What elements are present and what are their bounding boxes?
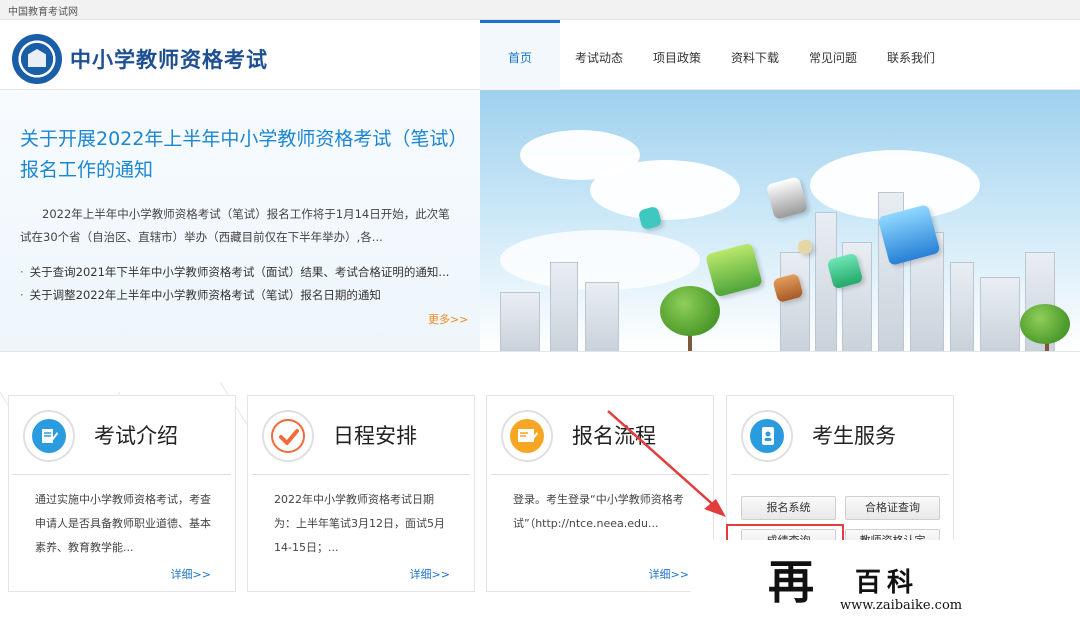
registration-system-button[interactable]: 报名系统 xyxy=(741,496,836,520)
card-exam-intro: 考试介绍 通过实施中小学教师资格考试，考查申请人是否具备教师职业道德、基本素养、… xyxy=(8,395,236,592)
contact-book-icon xyxy=(741,410,793,462)
card-title[interactable]: 考试介绍 xyxy=(94,420,178,450)
nav-exam-news[interactable]: 考试动态 xyxy=(560,20,638,90)
top-bar-site-link[interactable]: 中国教育考试网 xyxy=(8,7,78,18)
document-edit-icon xyxy=(23,410,75,462)
checkmark-icon xyxy=(262,410,314,462)
headline-link[interactable]: 关于开展2022年上半年中小学教师资格考试（笔试）报名工作的通知 xyxy=(20,124,460,186)
card-description: 通过实施中小学教师资格考试，考查申请人是否具备教师职业道德、基本素养、教育教学能… xyxy=(35,493,211,554)
header: 中小学教师资格考试 首页 考试动态 项目政策 资料下载 常见问题 联系我们 xyxy=(0,20,1080,90)
headline-summary: 2022年上半年中小学教师资格考试（笔试）报名工作将于1月14日开始，此次笔试在… xyxy=(20,207,450,244)
card-description: 2022年中小学教师资格考试日期为：上半年笔试3月12日，面试5月14-15日；… xyxy=(274,493,445,554)
form-edit-icon xyxy=(501,410,553,462)
top-bar: 中国教育考试网 xyxy=(0,0,1080,20)
banner-illustration xyxy=(480,90,1080,351)
card-title[interactable]: 日程安排 xyxy=(333,420,417,450)
detail-link[interactable]: 详细>> xyxy=(171,566,211,582)
logo-emblem-icon[interactable] xyxy=(12,34,62,84)
card-title[interactable]: 考生服务 xyxy=(812,420,896,450)
card-schedule: 日程安排 2022年中小学教师资格考试日期为：上半年笔试3月12日，面试5月14… xyxy=(247,395,475,592)
news-list: · 关于查询2021年下半年中小学教师资格考试（面试）结果、考试合格证明的通知..… xyxy=(20,261,460,307)
nav-downloads[interactable]: 资料下载 xyxy=(716,20,794,90)
detail-link[interactable]: 详细>> xyxy=(410,566,450,582)
detail-link[interactable]: 详细>> xyxy=(649,566,689,582)
main-nav: 首页 考试动态 项目政策 资料下载 常见问题 联系我们 xyxy=(480,20,950,90)
nav-home[interactable]: 首页 xyxy=(480,20,560,90)
news-link[interactable]: · 关于查询2021年下半年中小学教师资格考试（面试）结果、考试合格证明的通知..… xyxy=(20,261,460,284)
hero-banner: 关于开展2022年上半年中小学教师资格考试（笔试）报名工作的通知 2022年上半… xyxy=(0,90,1080,352)
site-name[interactable]: 中小学教师资格考试 xyxy=(70,44,268,74)
more-link[interactable]: 更多>> xyxy=(428,311,468,327)
nav-contact[interactable]: 联系我们 xyxy=(872,20,950,90)
certificate-query-button[interactable]: 合格证查询 xyxy=(845,496,940,520)
nav-policy[interactable]: 项目政策 xyxy=(638,20,716,90)
red-annotation-arrow xyxy=(607,410,726,517)
nav-faq[interactable]: 常见问题 xyxy=(794,20,872,90)
news-link[interactable]: · 关于调整2022年上半年中小学教师资格考试（笔试）报名日期的通知 xyxy=(20,284,460,307)
watermark: 再 百科 www.zaibaike.com xyxy=(690,540,1080,622)
